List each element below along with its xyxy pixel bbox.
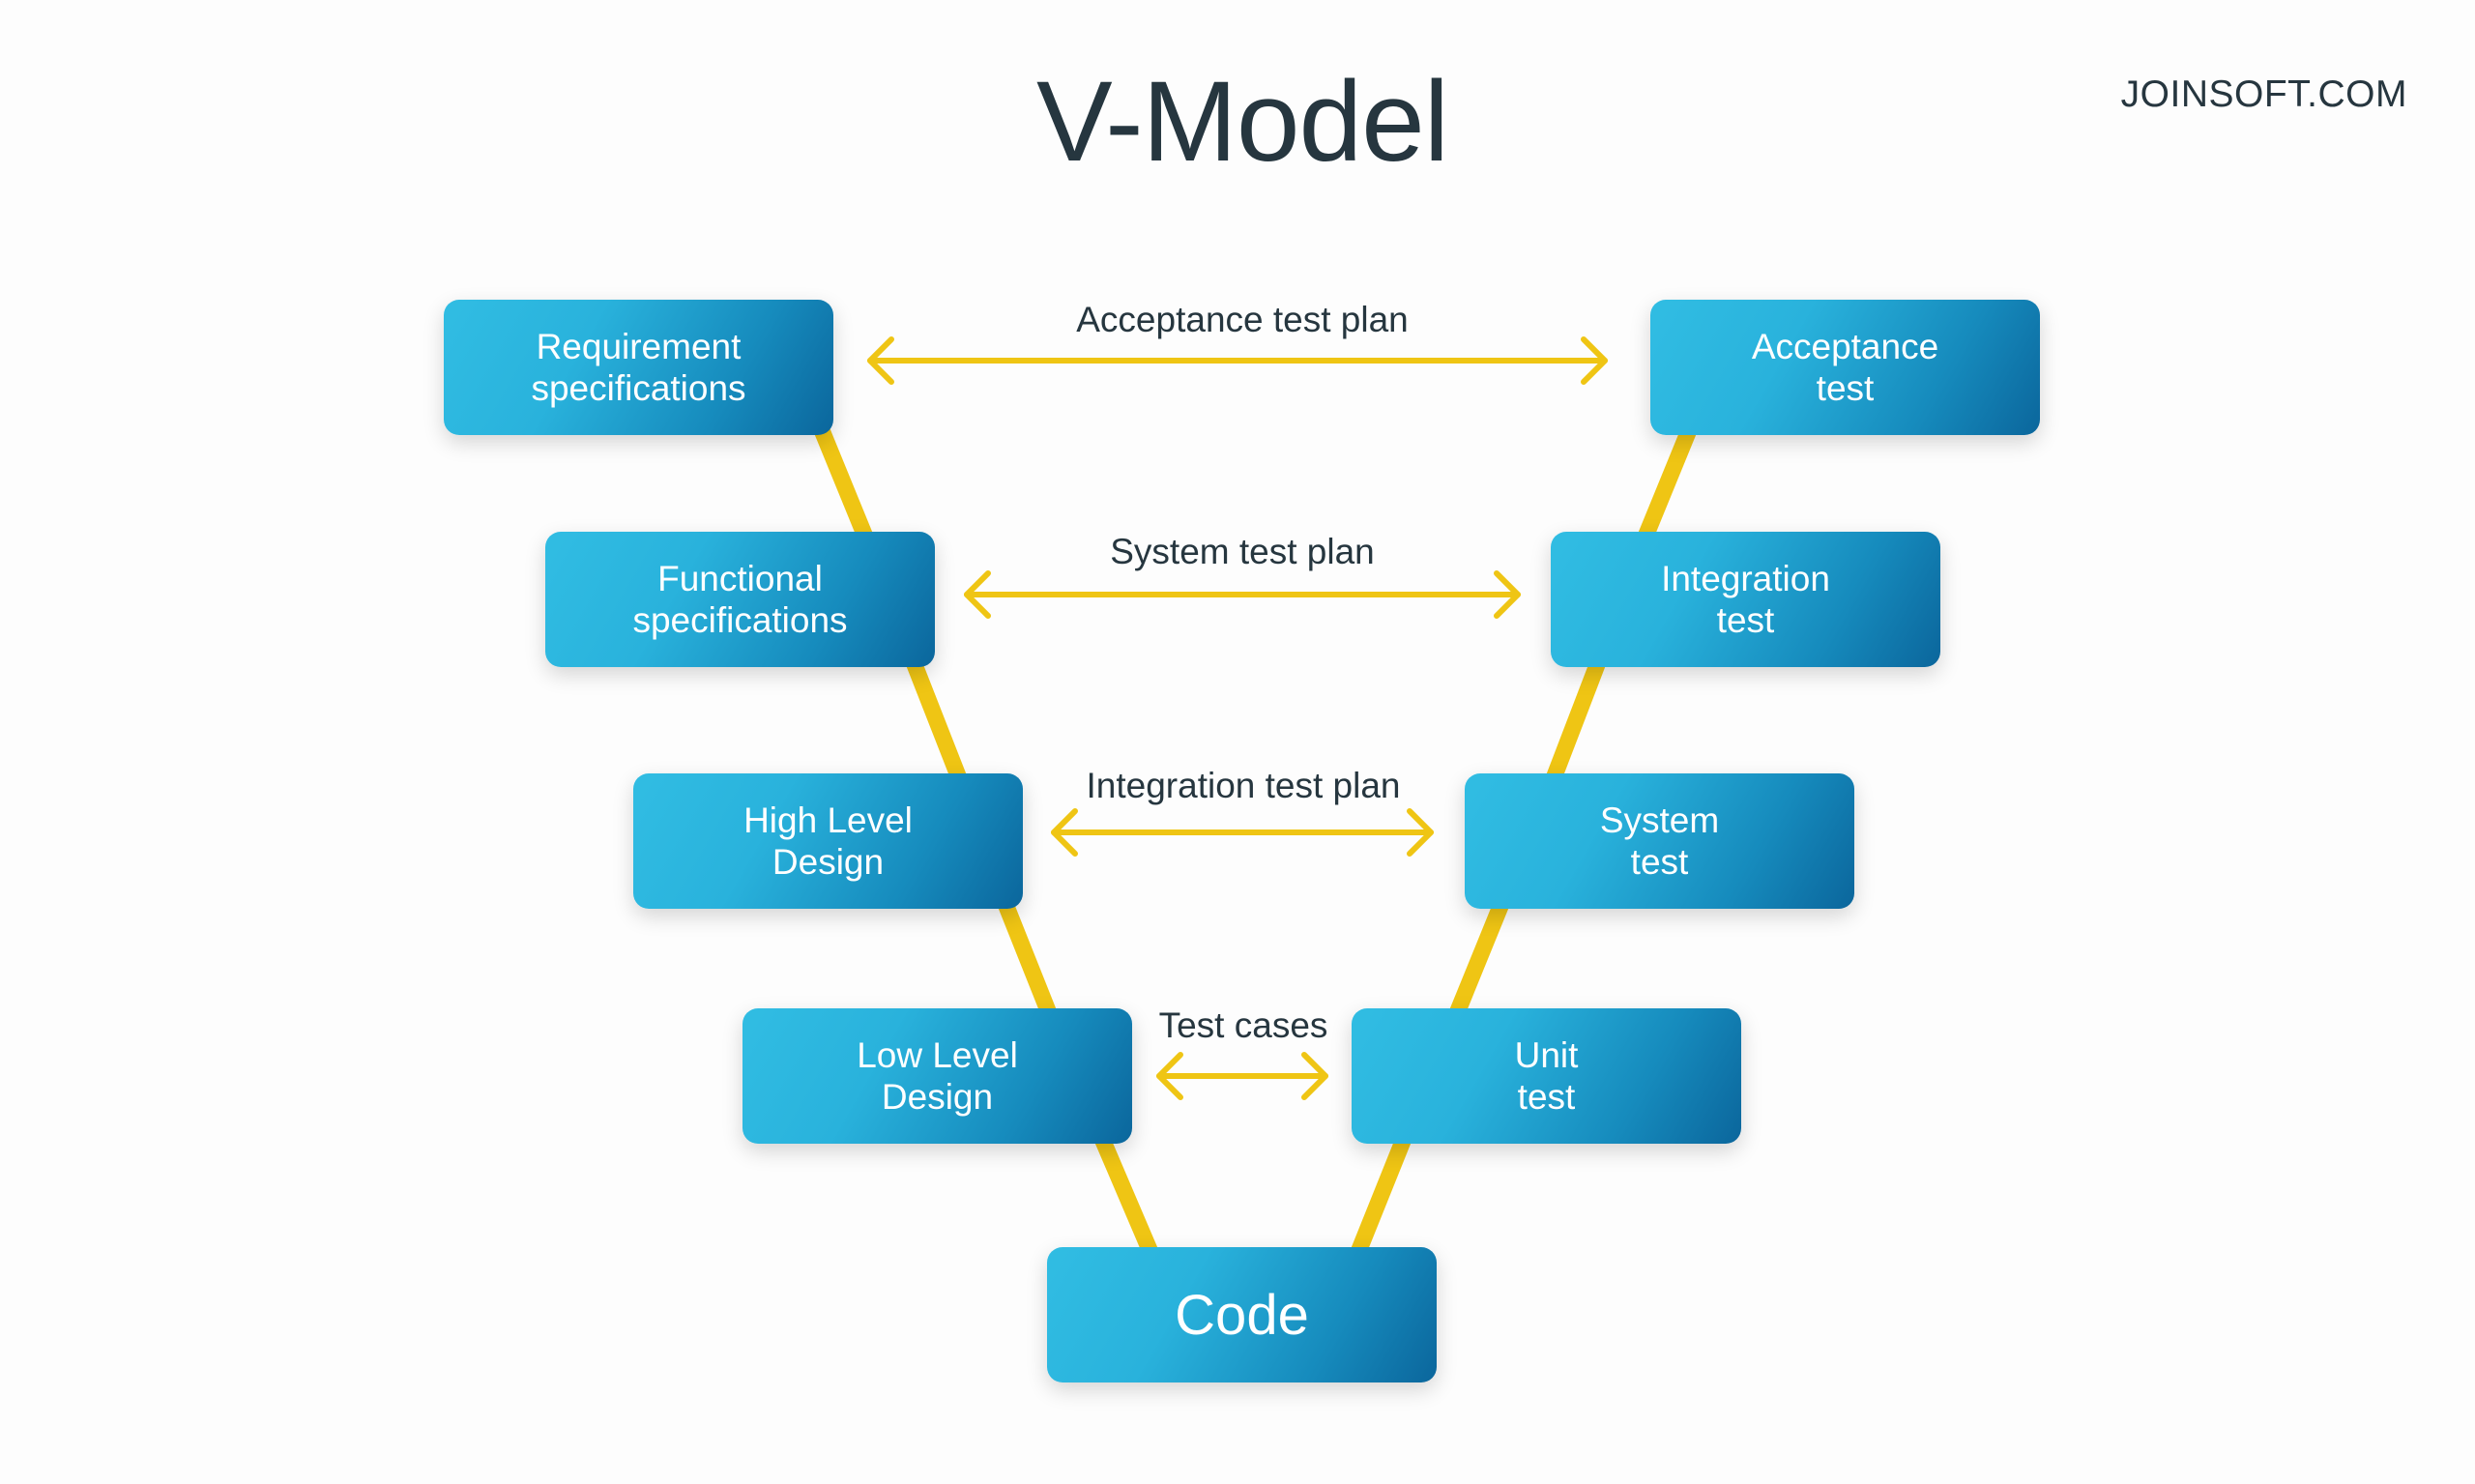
phase-requirement-specifications: Requirement specifications: [444, 300, 833, 435]
v-connector-left-2: [906, 658, 967, 782]
v-connector-right-2: [1546, 658, 1606, 782]
phase-low-level-design: Low Level Design: [742, 1008, 1132, 1144]
phase-label: Functional specifications: [632, 559, 848, 640]
phase-integration-test: Integration test: [1551, 532, 1940, 667]
phase-acceptance-test: Acceptance test: [1650, 300, 2040, 435]
phase-functional-specifications: Functional specifications: [545, 532, 935, 667]
phase-label: Integration test: [1661, 559, 1830, 640]
phase-code: Code: [1047, 1247, 1437, 1382]
double-arrow-integration: [1051, 808, 1434, 857]
link-label-integration-test-plan: Integration test plan: [1086, 766, 1401, 805]
v-connector-right-4: [1351, 1135, 1412, 1256]
phase-label: Acceptance test: [1751, 327, 1939, 408]
link-label-acceptance-test-plan: Acceptance test plan: [1076, 300, 1409, 339]
phase-label: Low Level Design: [857, 1035, 1018, 1117]
phase-label: Code: [1175, 1283, 1309, 1347]
v-connector-left-3: [998, 900, 1057, 1017]
phase-unit-test: Unit test: [1352, 1008, 1741, 1144]
phase-label: System test: [1599, 800, 1720, 882]
link-label-test-cases: Test cases: [1158, 1005, 1328, 1045]
double-arrow-test-cases: [1156, 1052, 1328, 1100]
v-connector-left-4: [1094, 1135, 1158, 1256]
phase-high-level-design: High Level Design: [633, 773, 1023, 909]
v-connector-right-3: [1449, 900, 1509, 1017]
phase-label: High Level Design: [743, 800, 913, 882]
v-connector-left-1: [814, 426, 873, 540]
double-arrow-acceptance: [867, 336, 1608, 385]
v-connector-right-1: [1638, 426, 1697, 540]
phase-label: Requirement specifications: [531, 327, 746, 408]
phase-label: Unit test: [1514, 1035, 1579, 1117]
link-label-system-test-plan: System test plan: [1110, 532, 1375, 571]
double-arrow-system: [964, 570, 1521, 619]
phase-system-test: System test: [1465, 773, 1854, 909]
